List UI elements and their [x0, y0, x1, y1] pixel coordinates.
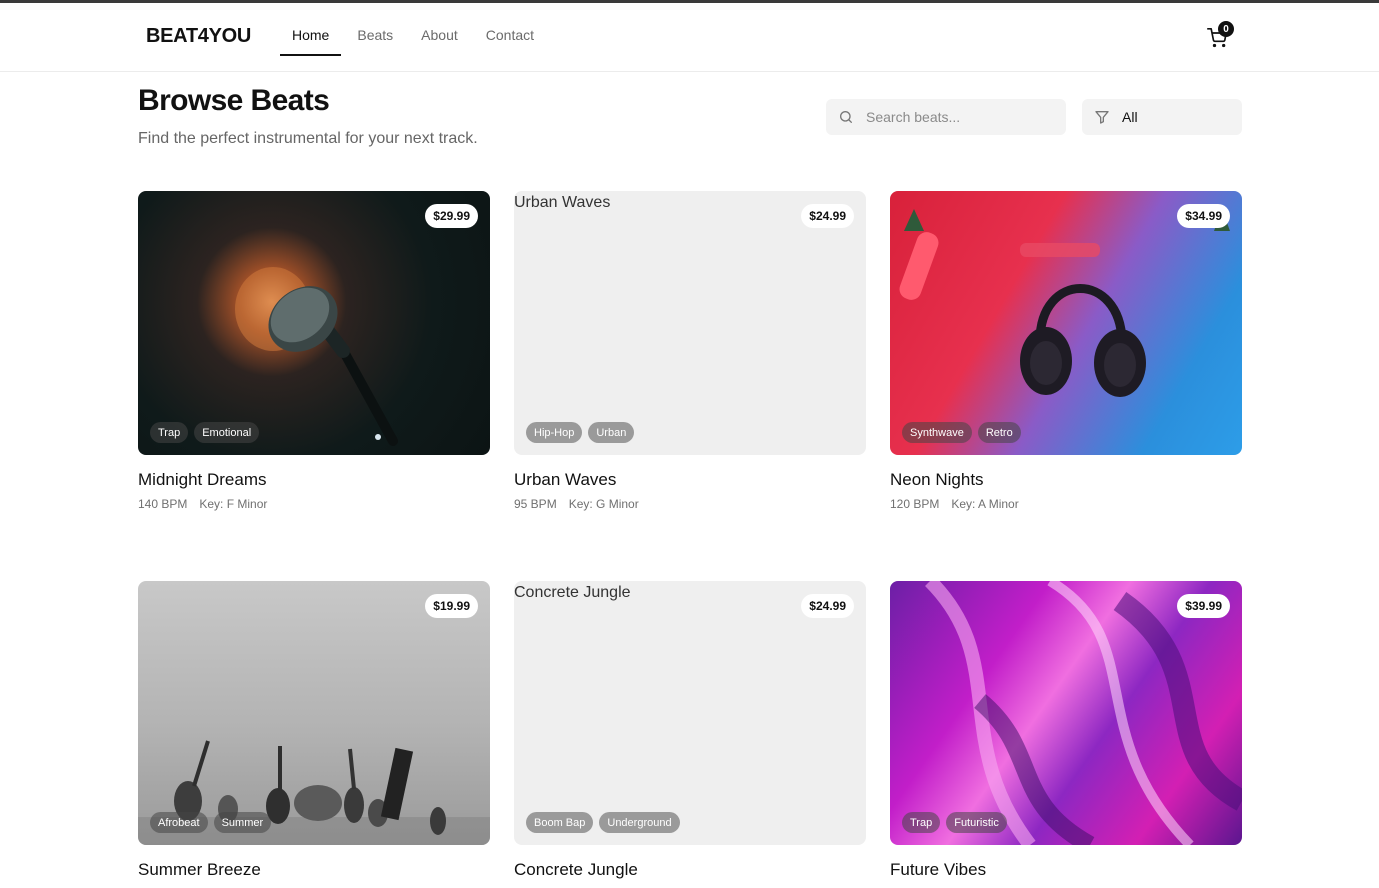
price-badge: $19.99: [425, 594, 478, 618]
genre-filter-select[interactable]: All: [1082, 99, 1242, 135]
beat-bpm: 120 BPM: [890, 497, 940, 511]
beat-cover-image[interactable]: Concrete Jungle $24.99 Boom Bap Undergro…: [514, 581, 866, 845]
beat-cover-image[interactable]: $34.99 Synthwave Retro: [890, 191, 1242, 455]
search-icon: [840, 111, 852, 123]
price-badge: $34.99: [1177, 204, 1230, 228]
beat-title[interactable]: Urban Waves: [514, 470, 616, 490]
beat-bpm: 140 BPM: [138, 497, 188, 511]
abstract-purple-image: [925, 581, 1242, 845]
tag-list: Trap Emotional: [150, 422, 265, 443]
genre-tag: Hip-Hop: [526, 422, 583, 443]
price-badge: $39.99: [1177, 594, 1230, 618]
beat-title[interactable]: Midnight Dreams: [138, 470, 267, 490]
cart-button[interactable]: 0: [1206, 21, 1234, 50]
instruments-image: [138, 740, 490, 845]
tag-list: Trap Futuristic: [902, 812, 1013, 833]
tag-list: Hip-Hop Urban: [526, 422, 640, 443]
search-box: [826, 99, 1066, 135]
beat-cover-image[interactable]: $39.99 Trap Futuristic: [890, 581, 1242, 845]
main-nav: Home Beats About Contact: [280, 3, 546, 56]
price-badge: $24.99: [801, 594, 854, 618]
nav-link-contact[interactable]: Contact: [474, 3, 546, 56]
filter-icon: [1095, 111, 1109, 124]
beat-cover-image[interactable]: $19.99 Afrobeat Summer: [138, 581, 490, 845]
page-title: Browse Beats: [138, 84, 330, 117]
nav-link-about[interactable]: About: [409, 3, 470, 56]
nav-link-home[interactable]: Home: [280, 3, 342, 56]
genre-tag: Boom Bap: [526, 812, 594, 833]
beat-key: Key: G Minor: [568, 497, 639, 511]
price-badge: $24.99: [801, 204, 854, 228]
tag-list: Synthwave Retro: [902, 422, 1027, 443]
headphones-image: [899, 209, 1230, 397]
navbar: BEAT4YOU Home Beats About Contact 0: [0, 3, 1379, 72]
genre-tag: Summer: [213, 812, 272, 833]
genre-tag: Afrobeat: [150, 812, 208, 833]
genre-tag: Trap: [902, 812, 941, 833]
search-input[interactable]: [866, 99, 1056, 135]
filter-value: All: [1122, 109, 1138, 125]
brand-logo[interactable]: BEAT4YOU: [146, 25, 251, 48]
genre-tag: Trap: [150, 422, 189, 443]
price-badge: $29.99: [425, 204, 478, 228]
microphone-image: [235, 267, 398, 446]
genre-tag: Urban: [588, 422, 635, 443]
tag-list: Boom Bap Underground: [526, 812, 686, 833]
genre-tag: Retro: [977, 422, 1021, 443]
beat-cover-image[interactable]: $29.99 Trap Emotional: [138, 191, 490, 455]
page-subtitle: Find the perfect instrumental for your n…: [138, 130, 478, 147]
beat-title[interactable]: Concrete Jungle: [514, 860, 638, 880]
genre-tag: Emotional: [194, 422, 260, 443]
beat-title[interactable]: Neon Nights: [890, 470, 984, 490]
beat-meta: 120 BPM Key: A Minor: [890, 497, 1019, 511]
tag-list: Afrobeat Summer: [150, 812, 277, 833]
beat-title[interactable]: Summer Breeze: [138, 860, 261, 880]
beat-meta: 95 BPM Key: G Minor: [514, 497, 639, 511]
broken-image-alt-text: Urban Waves: [514, 194, 611, 211]
beat-key: Key: A Minor: [951, 497, 1019, 511]
cart-count-badge: 0: [1218, 21, 1234, 37]
beat-bpm: 95 BPM: [514, 497, 557, 511]
beat-meta: 140 BPM Key: F Minor: [138, 497, 267, 511]
genre-tag: Synthwave: [902, 422, 972, 443]
beat-key: Key: F Minor: [199, 497, 268, 511]
beat-cover-image[interactable]: Urban Waves $24.99 Hip-Hop Urban: [514, 191, 866, 455]
nav-link-beats[interactable]: Beats: [345, 3, 405, 56]
genre-tag: Underground: [599, 812, 680, 833]
genre-tag: Futuristic: [946, 812, 1007, 833]
beat-title[interactable]: Future Vibes: [890, 860, 986, 880]
broken-image-alt-text: Concrete Jungle: [514, 584, 631, 601]
